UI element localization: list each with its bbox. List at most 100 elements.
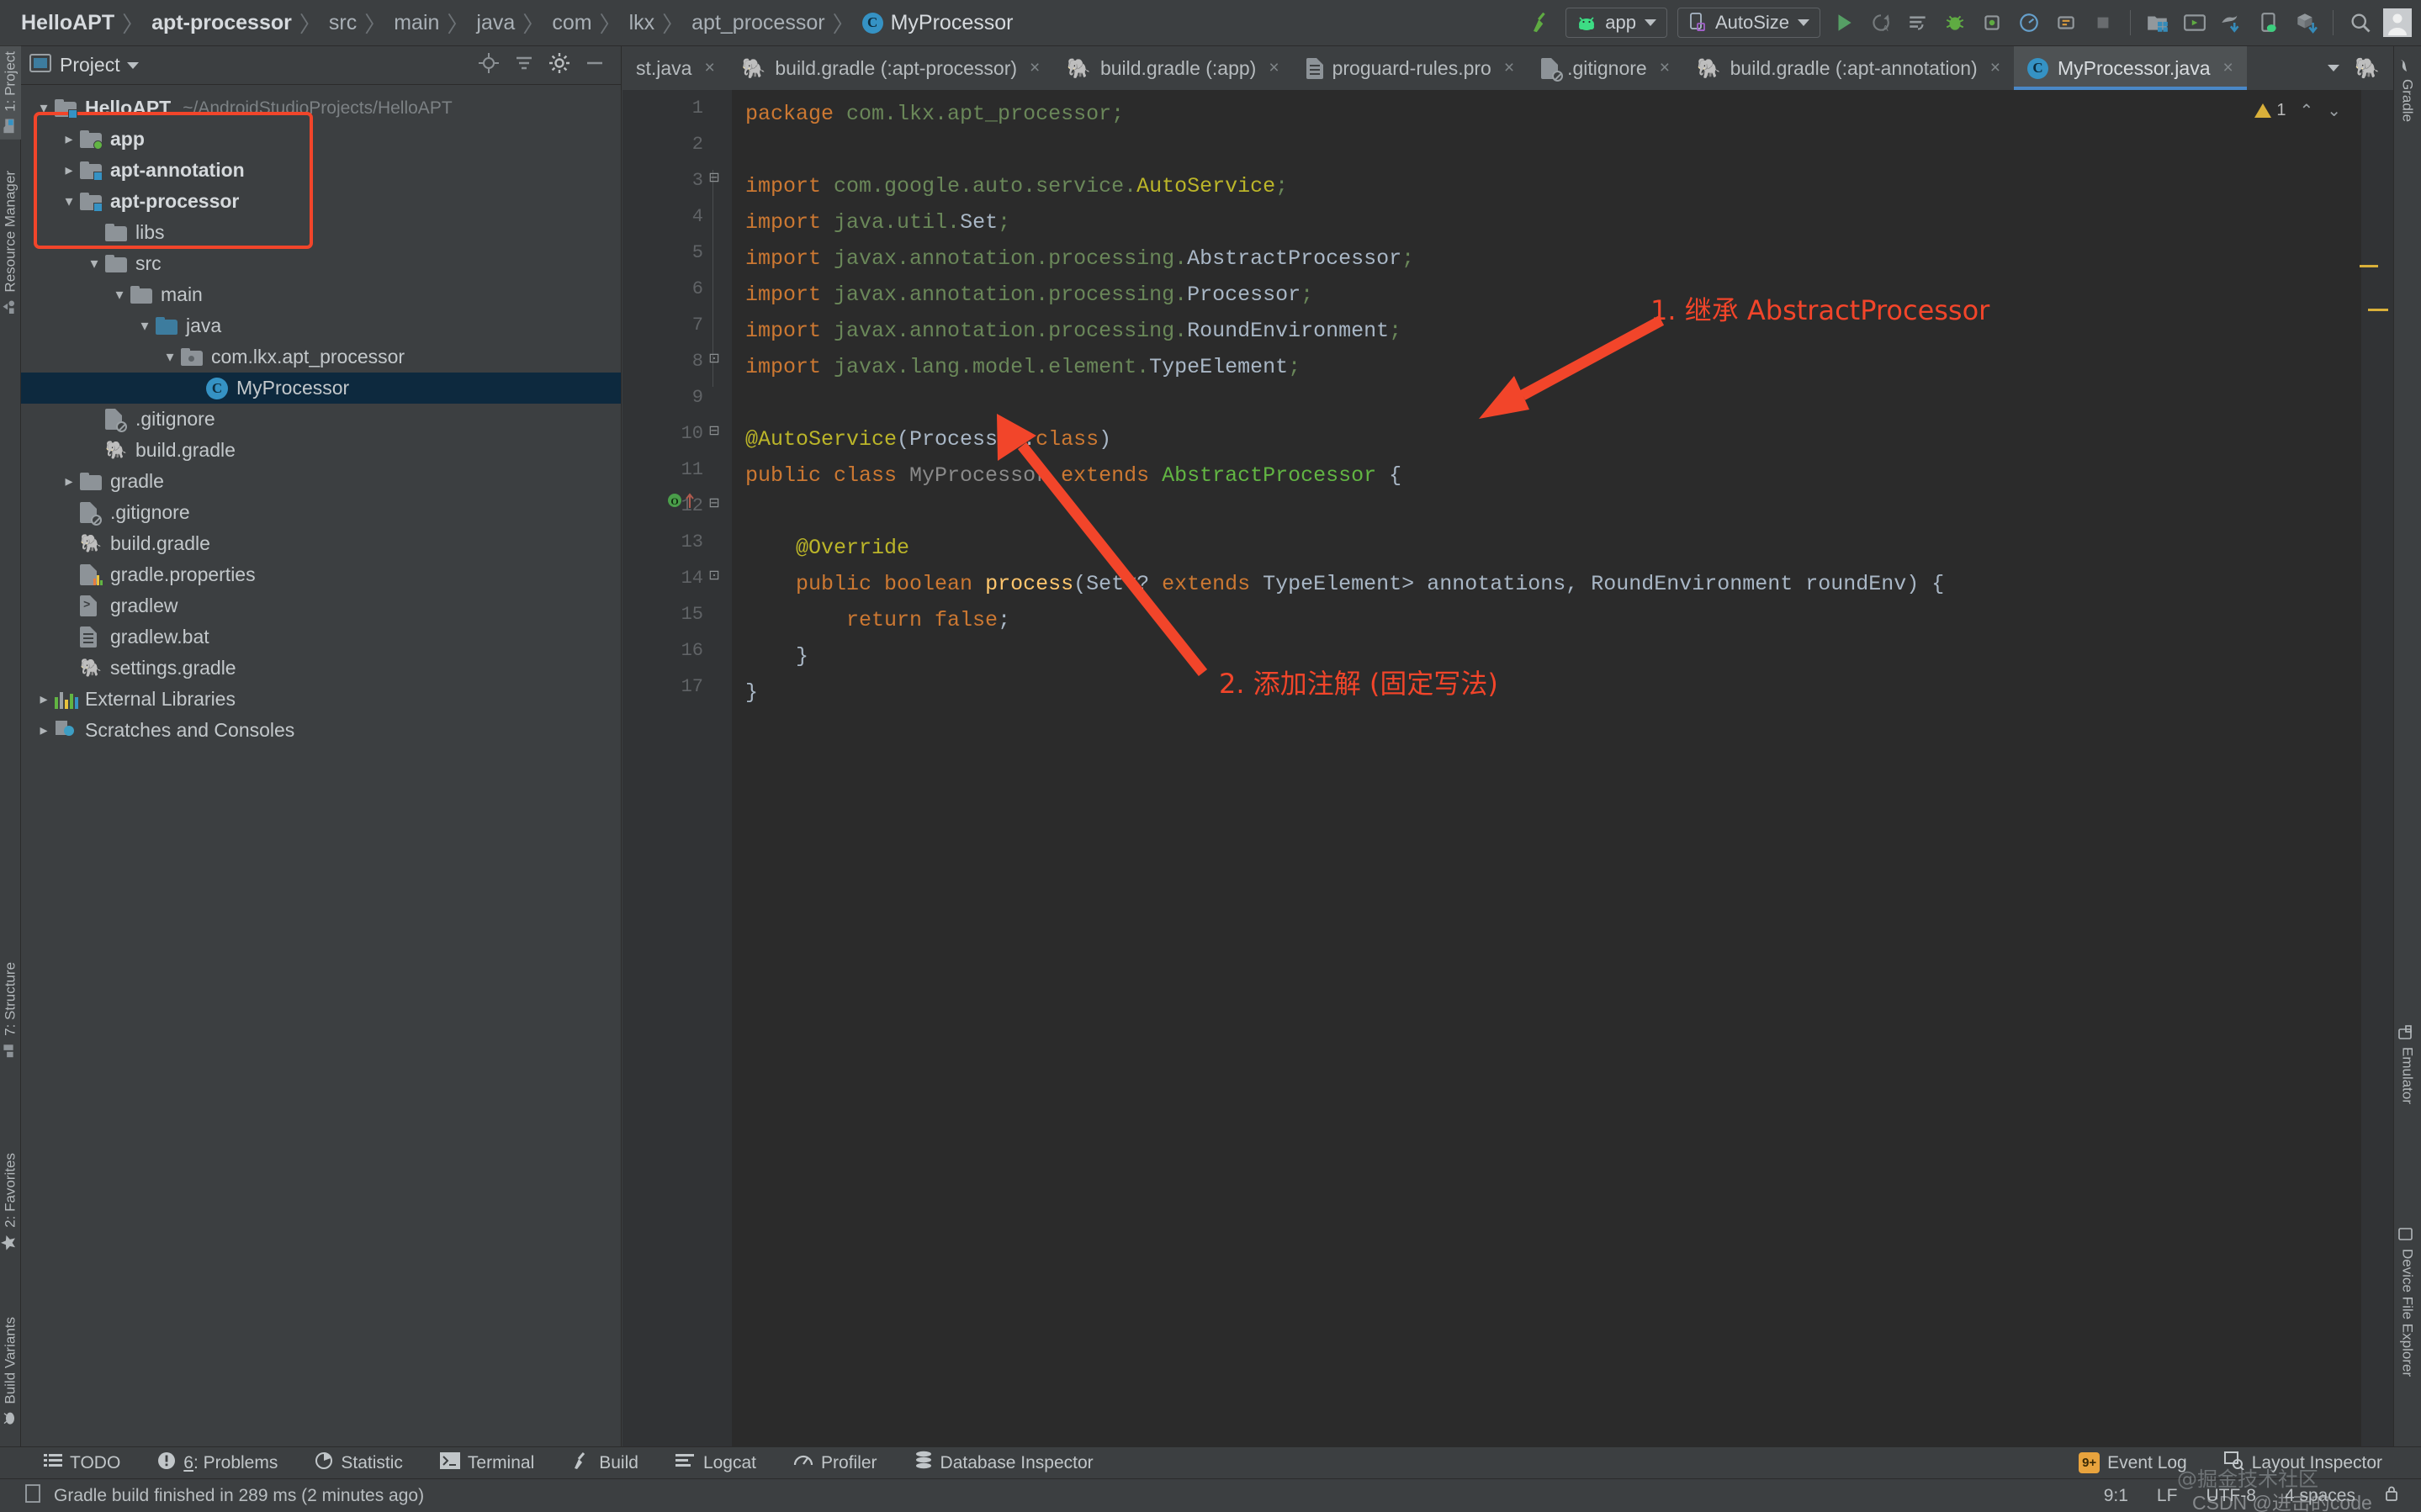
- bottom-item-problems[interactable]: 6: Problems: [139, 1451, 296, 1475]
- chevron-down-icon[interactable]: ⌄: [2327, 100, 2341, 121]
- bottom-item-build[interactable]: Build: [553, 1451, 657, 1476]
- close-icon[interactable]: ×: [1030, 58, 1040, 78]
- bottom-item-terminal[interactable]: Terminal: [421, 1451, 553, 1475]
- inspection-status[interactable]: 1 ⌃ ⌄: [2254, 100, 2341, 121]
- editor-tab[interactable]: .gitignore ×: [1528, 46, 1683, 90]
- tree-node[interactable]: gradle.properties: [21, 559, 621, 590]
- tree-node[interactable]: 🐘 settings.gradle: [21, 653, 621, 684]
- project-view-icon[interactable]: [29, 54, 51, 77]
- fold-marker-method-end[interactable]: ⊡: [707, 568, 722, 583]
- editor-tab[interactable]: 🐘 build.gradle (:apt-annotation) ×: [1683, 46, 2014, 90]
- sidebar-item-build-variants[interactable]: Build Variants: [0, 1312, 21, 1432]
- chevron-down-icon[interactable]: ▾: [33, 99, 55, 117]
- chevron-right-icon[interactable]: ▸: [33, 690, 55, 708]
- hide-panel-icon[interactable]: [584, 52, 606, 78]
- breadcrumb-item[interactable]: com: [549, 11, 594, 35]
- editor-tab[interactable]: proguard-rules.pro ×: [1293, 46, 1528, 90]
- editor-marker-stripe[interactable]: [2361, 90, 2393, 1446]
- bottom-item-statistic[interactable]: Statistic: [296, 1451, 421, 1475]
- chevron-right-icon[interactable]: ▸: [58, 130, 80, 148]
- tree-node[interactable]: ▾ HelloAPT ~/AndroidStudioProjects/HelloAP…: [21, 93, 621, 124]
- tree-node[interactable]: gradlew.bat: [21, 621, 621, 653]
- lock-icon[interactable]: [2384, 1485, 2399, 1507]
- breadcrumb-file[interactable]: C MyProcessor: [860, 11, 1016, 35]
- bottom-item-logcat[interactable]: Logcat: [657, 1452, 775, 1474]
- fold-marker-class[interactable]: ⊟: [707, 423, 722, 438]
- avatar-icon[interactable]: [2379, 4, 2416, 41]
- tree-node[interactable]: 🐘 build.gradle: [21, 435, 621, 466]
- tree-node[interactable]: ▾ com.lkx.apt_processor: [21, 341, 621, 373]
- chevron-down-icon[interactable]: ▾: [58, 193, 80, 210]
- editor-tab[interactable]: C MyProcessor.java ×: [2013, 46, 2247, 90]
- run-icon[interactable]: [1825, 4, 1862, 41]
- chevron-right-icon[interactable]: ▸: [33, 722, 55, 739]
- device-manager-icon[interactable]: [2250, 4, 2287, 41]
- tree-node[interactable]: ▸ apt-annotation: [21, 155, 621, 186]
- bottom-item-database-inspector[interactable]: Database Inspector: [896, 1451, 1112, 1476]
- sidebar-item-structure[interactable]: 7: Structure: [0, 957, 21, 1064]
- chevron-down-icon[interactable]: ▾: [134, 317, 156, 335]
- tree-node[interactable]: ▸ gradle: [21, 466, 621, 497]
- module-selector-chip[interactable]: app: [1565, 8, 1667, 38]
- breadcrumb-item[interactable]: apt-processor: [149, 11, 294, 35]
- code-content[interactable]: package com.lkx.apt_processor; import co…: [732, 90, 2393, 1446]
- tree-node[interactable]: .gitignore: [21, 497, 621, 528]
- chevron-right-icon[interactable]: ▸: [58, 473, 80, 490]
- sidebar-item-resource-manager[interactable]: Resource Manager: [0, 166, 21, 320]
- editor-tab[interactable]: 🐘 build.gradle (:apt-processor) ×: [728, 46, 1054, 90]
- select-opened-file-icon[interactable]: [478, 52, 500, 78]
- sidebar-item-device-file-explorer[interactable]: Device File Explorer: [2393, 1219, 2421, 1382]
- debug-icon[interactable]: [1936, 4, 1973, 41]
- caret-position[interactable]: 9:1: [2104, 1486, 2128, 1506]
- close-icon[interactable]: ×: [1269, 58, 1279, 78]
- tree-node[interactable]: ▾ src: [21, 248, 621, 279]
- chevron-down-icon[interactable]: [2328, 65, 2340, 71]
- close-icon[interactable]: ×: [2223, 58, 2233, 78]
- tree-node[interactable]: ▸ app: [21, 124, 621, 155]
- close-icon[interactable]: ×: [1504, 58, 1514, 78]
- tree-node[interactable]: 🐘 build.gradle: [21, 528, 621, 559]
- close-icon[interactable]: ×: [704, 58, 714, 78]
- avd-manager-icon[interactable]: [2176, 4, 2213, 41]
- apply-changes-icon[interactable]: A: [1862, 4, 1899, 41]
- sidebar-item-project[interactable]: 1: Project: [0, 46, 21, 140]
- build-hammer-icon[interactable]: [1523, 4, 1560, 41]
- sdk-download-icon[interactable]: [2287, 4, 2324, 41]
- close-icon[interactable]: ×: [1990, 58, 2000, 78]
- bottom-item-profiler[interactable]: Profiler: [775, 1451, 896, 1475]
- editor-tab[interactable]: 🐘 build.gradle (:app) ×: [1053, 46, 1292, 90]
- breadcrumb-item[interactable]: apt_processor: [689, 11, 827, 35]
- gradle-elephant-icon[interactable]: 🐘: [2355, 56, 2380, 81]
- profiler-icon[interactable]: [2010, 4, 2048, 41]
- inspect-icon[interactable]: [2048, 4, 2085, 41]
- chevron-down-icon[interactable]: ▾: [83, 255, 105, 272]
- implementing-method-icon[interactable]: O: [666, 492, 695, 509]
- chevron-down-icon[interactable]: ▾: [109, 286, 130, 304]
- breadcrumb-item[interactable]: lkx: [627, 11, 658, 35]
- sidebar-item-favorites[interactable]: 2: Favorites: [0, 1148, 21, 1257]
- fold-marker-imports-end[interactable]: ⊡: [707, 351, 722, 366]
- close-icon[interactable]: ×: [1660, 58, 1670, 78]
- chevron-right-icon[interactable]: ▸: [58, 161, 80, 179]
- tree-node[interactable]: ▾ java: [21, 310, 621, 341]
- chevron-down-icon[interactable]: ▾: [159, 348, 181, 366]
- tree-node[interactable]: ▾ apt-processor: [21, 186, 621, 217]
- attach-debugger-icon[interactable]: [1973, 4, 2010, 41]
- device-selector-chip[interactable]: AutoSize: [1677, 8, 1820, 38]
- breadcrumb-item[interactable]: main: [391, 11, 442, 35]
- sdk-manager-icon[interactable]: [2139, 4, 2176, 41]
- settings-gear-icon[interactable]: [548, 52, 570, 78]
- breadcrumb-item[interactable]: src: [326, 11, 359, 35]
- bottom-item-todo[interactable]: TODO: [25, 1452, 139, 1474]
- sync-gradle-icon[interactable]: [2213, 4, 2250, 41]
- collapse-all-icon[interactable]: [513, 52, 535, 78]
- breadcrumb-item[interactable]: java: [474, 11, 517, 35]
- tree-node[interactable]: libs: [21, 217, 621, 248]
- fold-marker-method[interactable]: ⊟: [707, 495, 722, 510]
- tree-node[interactable]: ▸ External Libraries: [21, 684, 621, 715]
- sidebar-item-emulator[interactable]: Emulator: [2393, 1018, 2421, 1109]
- chevron-down-icon[interactable]: [126, 61, 139, 69]
- tree-node[interactable]: > gradlew: [21, 590, 621, 621]
- tree-node[interactable]: C MyProcessor: [21, 373, 621, 404]
- chevron-up-icon[interactable]: ⌃: [2299, 100, 2313, 121]
